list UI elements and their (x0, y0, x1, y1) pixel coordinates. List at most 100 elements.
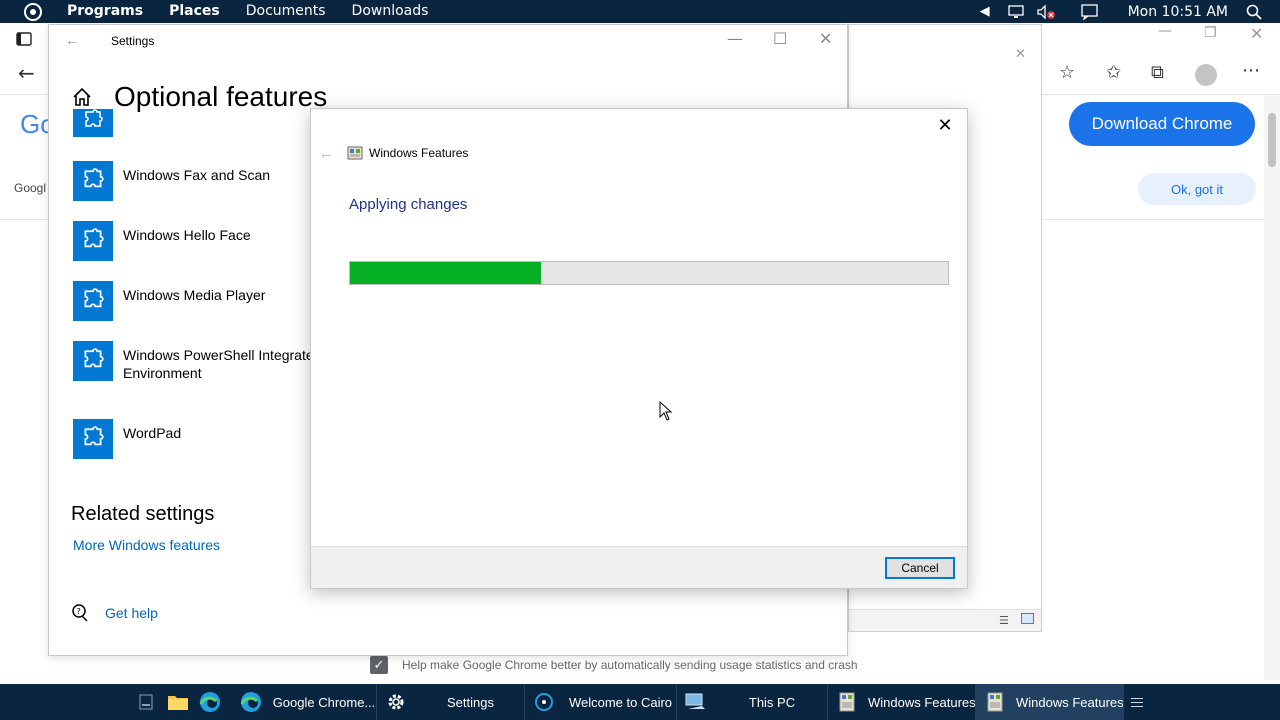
home-icon[interactable] (71, 86, 93, 108)
minimize-icon[interactable]: — (1158, 23, 1172, 39)
close-icon[interactable]: ✕ (1250, 24, 1263, 43)
task-label: Welcome to Cairo (568, 694, 673, 710)
task-windows-features[interactable]: Windows Features (828, 684, 976, 720)
related-settings-heading: Related settings (71, 503, 215, 525)
svg-text:?: ? (77, 607, 81, 616)
puzzle-icon (73, 281, 113, 321)
back-arrow-icon[interactable]: ← (65, 32, 79, 48)
feature-label: Windows Hello Face (123, 227, 251, 243)
windows-features-icon (347, 146, 363, 160)
dialog-title: Windows Features (369, 146, 469, 160)
list-item[interactable]: Windows Fax and Scan (73, 161, 323, 201)
windows-features-icon (984, 691, 1006, 713)
large-icons-view-icon[interactable] (1021, 613, 1034, 624)
puzzle-icon (73, 109, 113, 137)
task-windows-features-active[interactable]: Windows Features (976, 684, 1124, 720)
download-chrome-button[interactable]: Download Chrome (1069, 102, 1255, 146)
list-item[interactable]: Windows PowerShell Integrate Environment (73, 341, 323, 382)
close-icon[interactable]: ✕ (931, 113, 959, 137)
taskbar: Google Chrome... Settings Welcome to Cai… (0, 684, 1280, 720)
list-item[interactable]: Windows Media Player (73, 281, 323, 321)
puzzle-icon (73, 341, 113, 381)
dialog-nav: ← Windows Features (319, 145, 468, 161)
collections-icon[interactable]: ⧉ (1151, 62, 1164, 83)
chat-help-icon: ? (72, 604, 88, 622)
chrome-icon (240, 691, 262, 713)
dialog-footer: Cancel (311, 546, 967, 588)
feature-label-line2: Environment (123, 365, 202, 381)
volume-muted-icon[interactable] (1036, 3, 1056, 20)
task-label: Settings (447, 694, 494, 710)
page-scrollbar[interactable] (1264, 95, 1280, 680)
feature-label: Windows PowerShell Integrate Environment (123, 346, 323, 382)
usage-stats-row: ✓ Help make Google Chrome better by auto… (370, 656, 858, 674)
task-label: Windows Features (1016, 694, 1123, 710)
puzzle-icon (73, 419, 113, 459)
menu-programs[interactable]: Programs (54, 0, 156, 23)
feature-label-line1: Windows PowerShell Integrate (123, 347, 314, 363)
task-chrome[interactable]: Google Chrome... (232, 684, 377, 720)
list-item[interactable]: WordPad (73, 419, 323, 459)
cairo-logo-icon[interactable] (24, 2, 42, 21)
tab-actions-icon[interactable] (16, 32, 32, 46)
feature-label: Windows Media Player (123, 287, 266, 303)
task-label: Google Chrome... (272, 694, 376, 710)
tray-expand-icon[interactable]: ◀ (980, 4, 990, 19)
settings-window-title: Settings (111, 34, 155, 48)
usage-stats-checkbox[interactable]: ✓ (370, 656, 388, 674)
progress-bar (349, 261, 949, 285)
network-icon[interactable] (1007, 4, 1026, 20)
clock[interactable]: Mon 10:51 AM (1128, 4, 1228, 20)
task-label: This PC (748, 694, 796, 710)
favorites-icon[interactable]: ✩ (1106, 62, 1121, 83)
back-arrow-icon[interactable]: ← (18, 61, 35, 85)
quick-launch (130, 684, 226, 720)
maximize-icon[interactable]: ☐ (773, 29, 787, 48)
ok-got-it-button[interactable]: Ok, got it (1138, 173, 1256, 205)
task-label: Windows Features (868, 694, 975, 710)
more-windows-features-link[interactable]: More Windows features (73, 537, 220, 553)
puzzle-icon (73, 221, 113, 261)
minimize-icon[interactable]: — (727, 29, 743, 48)
system-tray: ◀ Mon 10:51 AM (968, 0, 1280, 23)
menu-places[interactable]: Places (156, 0, 233, 23)
show-desktop-icon[interactable] (130, 684, 162, 720)
top-panel: Programs Places Documents Downloads ◀ Mo… (0, 0, 1280, 23)
progress-fill (350, 262, 542, 284)
menu-downloads[interactable]: Downloads (339, 0, 442, 23)
taskbar-menu-icon[interactable] (1126, 684, 1148, 720)
get-help-link[interactable]: ? Get help (71, 603, 158, 623)
status-heading: Applying changes (349, 196, 468, 213)
list-item[interactable] (73, 109, 113, 137)
mouse-cursor-icon (659, 401, 673, 421)
profile-avatar[interactable] (1195, 64, 1217, 86)
notifications-icon[interactable] (1080, 3, 1100, 20)
feature-label: WordPad (123, 425, 182, 441)
edge-icon[interactable] (194, 684, 226, 720)
details-view-icon[interactable]: ☰ (999, 614, 1009, 627)
menu-documents[interactable]: Documents (233, 0, 339, 23)
restore-icon[interactable]: ❐ (1204, 25, 1217, 41)
add-favorite-icon[interactable]: ☆ (1059, 62, 1075, 83)
cairo-icon (533, 691, 555, 713)
file-explorer-icon[interactable] (162, 684, 194, 720)
back-arrow-icon[interactable]: ← (319, 145, 333, 161)
explorer-close-icon[interactable]: ✕ (1015, 47, 1026, 62)
task-cairo[interactable]: Welcome to Cairo (525, 684, 677, 720)
gear-icon (385, 691, 407, 713)
explorer-status-bar: ☰ (849, 609, 1041, 631)
windows-features-icon (836, 691, 858, 713)
list-item[interactable]: Windows Hello Face (73, 221, 323, 261)
usage-stats-label: Help make Google Chrome better by automa… (402, 658, 858, 672)
scrollbar-thumb[interactable] (1268, 113, 1276, 167)
more-menu-icon[interactable]: ⋯ (1242, 60, 1260, 81)
task-settings[interactable]: Settings (377, 684, 525, 720)
search-icon[interactable] (1246, 4, 1262, 20)
close-icon[interactable]: ✕ (819, 29, 832, 48)
page-title: Optional features (114, 81, 328, 112)
windows-features-dialog: ✕ ← Windows Features Applying changes Ca… (310, 108, 968, 589)
task-this-pc[interactable]: This PC (677, 684, 828, 720)
feature-label: Windows Fax and Scan (123, 167, 271, 183)
google-nav-text[interactable]: Googl (14, 181, 46, 195)
cancel-button[interactable]: Cancel (885, 557, 955, 579)
